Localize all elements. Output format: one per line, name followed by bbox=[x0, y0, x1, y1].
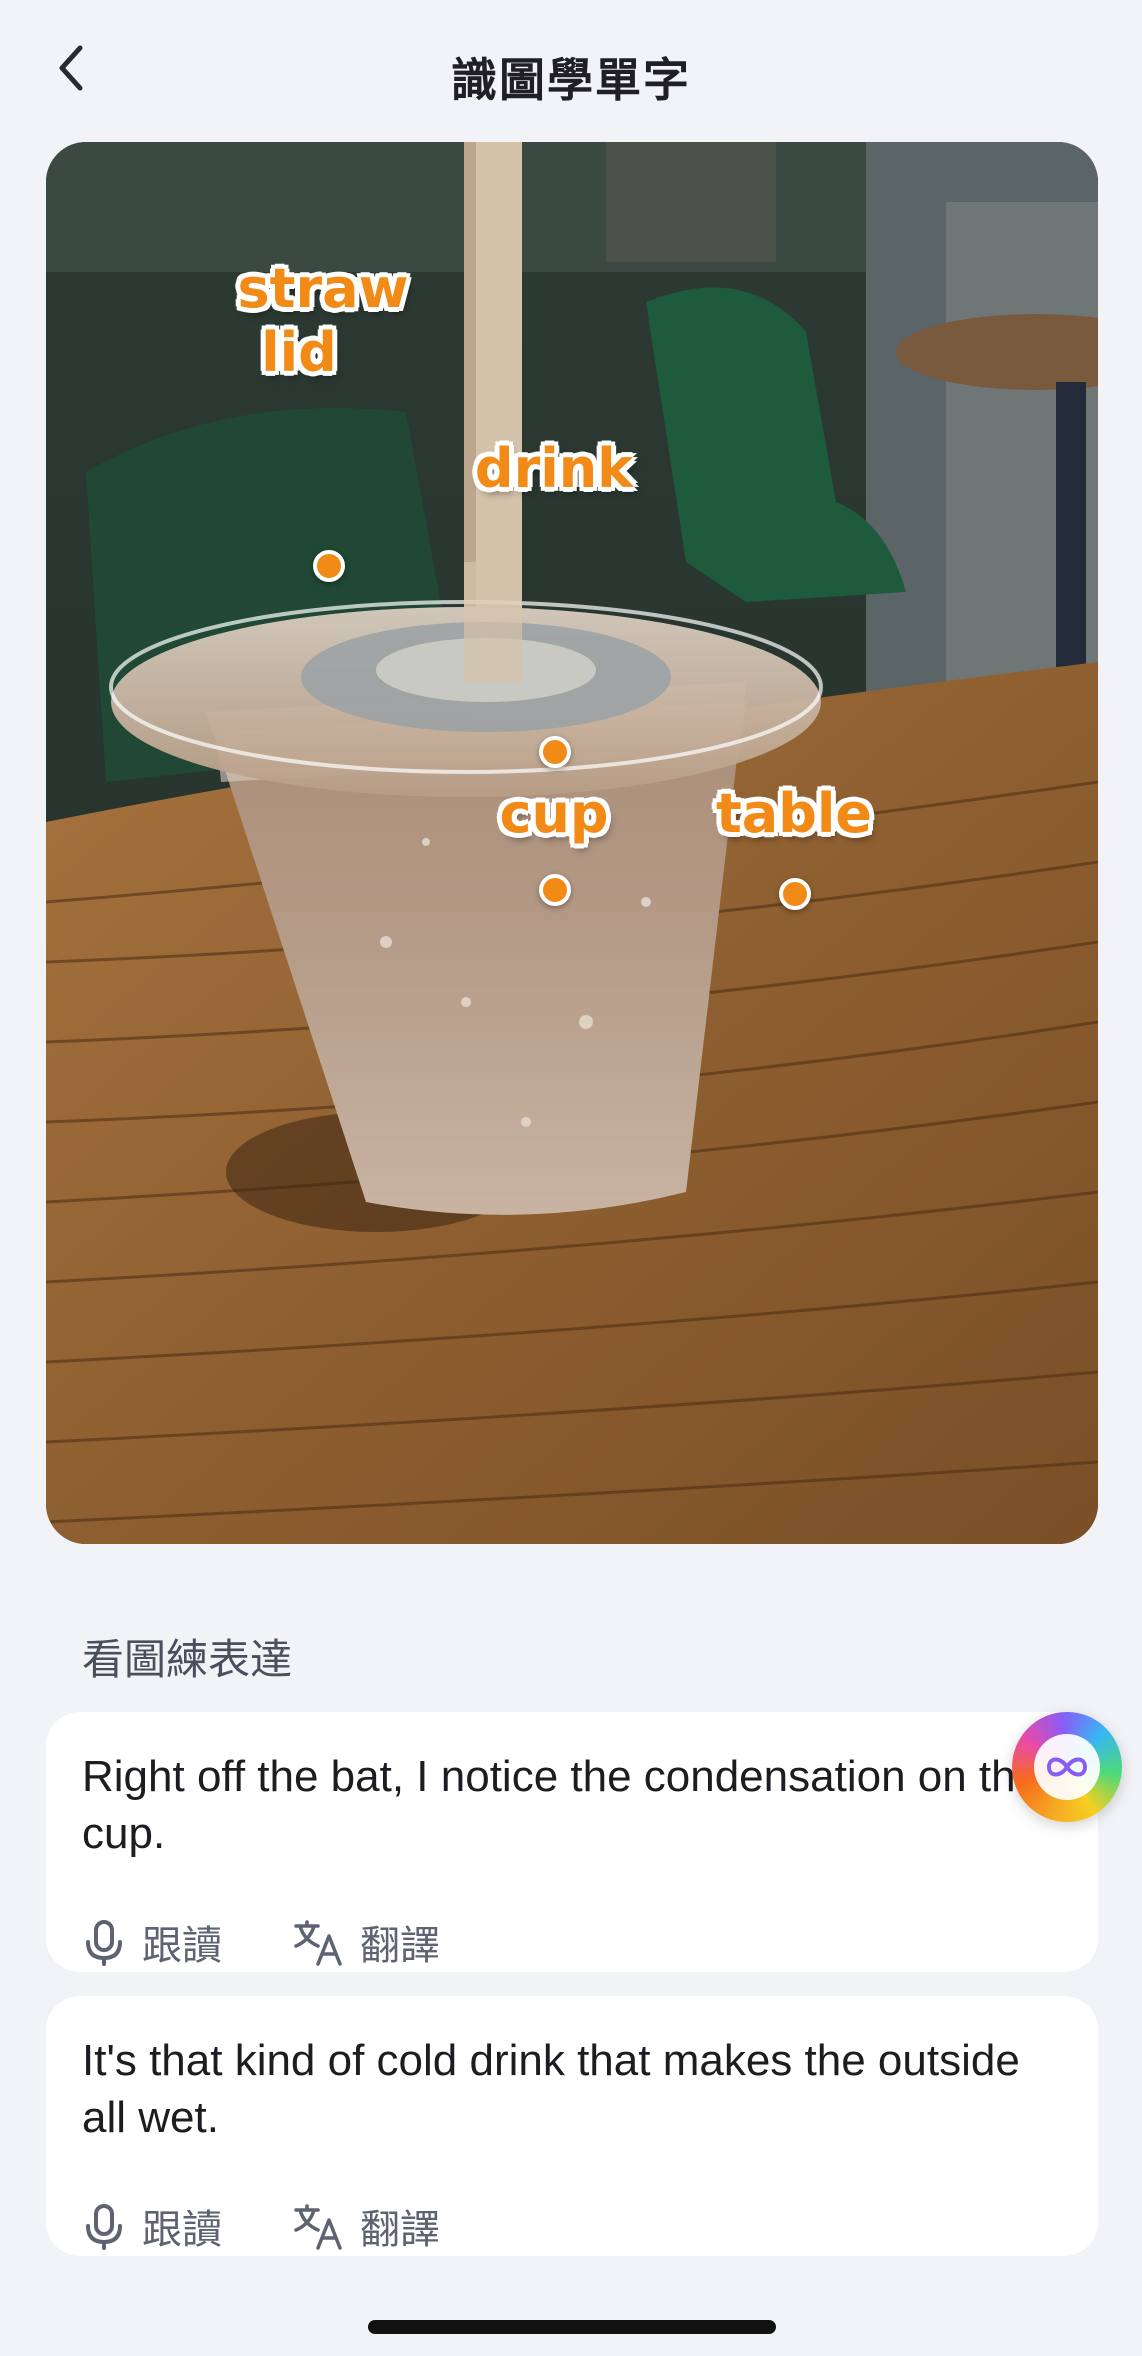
sentence-text: Right off the bat, I notice the condensa… bbox=[82, 1752, 1041, 1858]
translate-button[interactable]: 翻譯 bbox=[292, 1912, 440, 1972]
sentence-card: It's that kind of cold drink that makes … bbox=[46, 1996, 1098, 2256]
label-drink[interactable]: drink bbox=[475, 442, 633, 496]
ai-assistant-icon bbox=[1034, 1734, 1100, 1800]
label-table-dot[interactable] bbox=[779, 878, 811, 910]
shadow-reading-label: 跟讀 bbox=[142, 1923, 222, 1969]
shadow-reading-button[interactable]: 跟讀 bbox=[82, 2196, 222, 2256]
page-title: 識圖學單字 bbox=[451, 53, 691, 107]
home-indicator bbox=[368, 2320, 776, 2334]
translate-label: 翻譯 bbox=[360, 1923, 440, 1969]
label-cup-dot[interactable] bbox=[539, 874, 571, 906]
label-drink-dot[interactable] bbox=[539, 736, 571, 768]
section-title: 看圖練表達 bbox=[82, 1635, 293, 1684]
label-lid-dot[interactable] bbox=[313, 550, 345, 582]
label-lid[interactable]: lid bbox=[261, 326, 337, 380]
translate-icon bbox=[294, 2204, 342, 2250]
shadow-reading-label: 跟讀 bbox=[142, 2207, 222, 2253]
photo-canvas: straw lid drink cup table bbox=[46, 142, 1098, 1544]
ai-assistant-button[interactable] bbox=[1012, 1712, 1122, 1822]
microphone-icon bbox=[86, 2204, 122, 2250]
header: 識圖學單字 bbox=[0, 0, 1142, 140]
label-straw[interactable]: straw bbox=[238, 262, 409, 316]
translate-button[interactable]: 翻譯 bbox=[292, 2196, 440, 2256]
label-cup[interactable]: cup bbox=[499, 787, 608, 841]
translate-label: 翻譯 bbox=[360, 2207, 440, 2253]
microphone-icon bbox=[86, 1920, 122, 1966]
shadow-reading-button[interactable]: 跟讀 bbox=[82, 1912, 222, 1972]
translate-icon bbox=[294, 1920, 342, 1966]
sentence-card: Right off the bat, I notice the condensa… bbox=[46, 1712, 1098, 1972]
sentence-text: It's that kind of cold drink that makes … bbox=[82, 2036, 1020, 2142]
label-table[interactable]: table bbox=[716, 787, 872, 841]
